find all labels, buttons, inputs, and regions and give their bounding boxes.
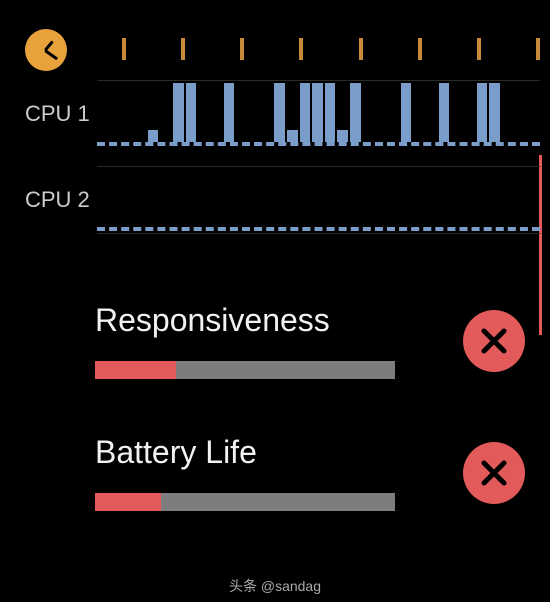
timeline-tick [240,38,244,60]
timeline-tick [299,38,303,60]
attribution-text: 头条 @sandag [0,576,550,596]
metric-battery-bar [95,493,395,511]
cpu2-label: CPU 2 [25,187,97,213]
cpu2-row: CPU 2 [25,166,540,234]
x-icon [479,326,509,356]
cpu2-baseline [97,227,540,231]
cpu2-bars [97,169,540,227]
metric-responsiveness-bar [95,361,395,379]
timeline-tick [477,38,481,60]
cpu1-lane [97,80,540,148]
cpu1-bars [97,83,540,142]
cpu1-baseline [97,142,540,146]
metric-battery-fill [95,493,161,511]
timeline-tick [536,38,540,60]
metric-responsiveness-fill [95,361,176,379]
timeline-tick [181,38,185,60]
metric-responsiveness: Responsiveness [95,302,515,379]
metric-responsiveness-status-badge [463,310,525,372]
metrics-section: Responsiveness Battery Life [0,252,550,511]
metric-responsiveness-label: Responsiveness [95,302,515,339]
metric-battery-label: Battery Life [95,434,515,471]
timeline-tick [418,38,422,60]
timeline-row [0,0,550,80]
cpu2-lane [97,166,540,234]
cpu1-label: CPU 1 [25,101,97,127]
metric-battery-status-badge [463,442,525,504]
metric-battery: Battery Life [95,434,515,511]
cpu1-row: CPU 1 [25,80,540,148]
cpu-chart-area: CPU 1 CPU 2 [0,80,550,234]
clock-icon [25,29,67,71]
timeline-tick [359,38,363,60]
timeline-tick [122,38,126,60]
timeline-ticks [67,38,550,62]
x-icon [479,458,509,488]
